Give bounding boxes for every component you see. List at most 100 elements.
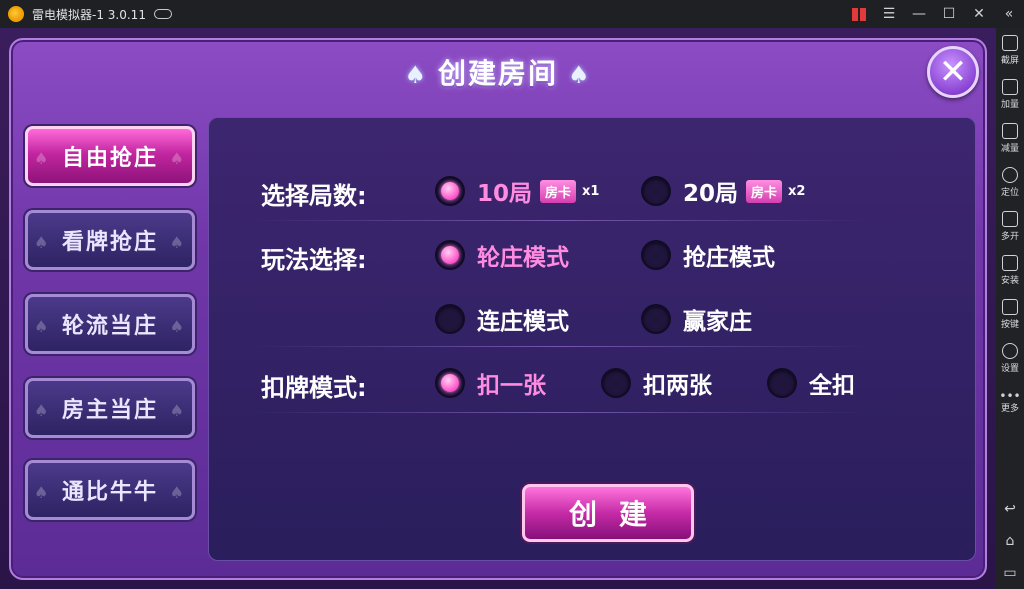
sidebar-item-more[interactable]: ••• 更多	[996, 380, 1024, 424]
recents-button[interactable]: ▭	[996, 557, 1024, 589]
gamepad-icon[interactable]	[153, 9, 172, 19]
dialog-title-text: 创建房间	[437, 57, 558, 90]
apk-install-icon	[1002, 254, 1018, 271]
close-dialog-button[interactable]: ✕	[927, 46, 979, 98]
sidebar-item-label: 更多	[1000, 403, 1019, 414]
spade-icon: ♠	[34, 401, 51, 420]
tab-host-banker[interactable]: ♠ 房主当庄 ♠	[25, 378, 195, 438]
spade-icon: ♠	[404, 61, 428, 89]
keyboard-icon	[1002, 298, 1018, 315]
multi-open-icon	[1002, 210, 1018, 227]
close-window-button[interactable]: ✕	[964, 0, 994, 28]
back-icon: ↩	[1004, 501, 1016, 517]
spade-icon: ♠	[169, 149, 186, 168]
option-label: 扣两张	[643, 373, 712, 399]
tab-label: 通比牛牛	[61, 480, 158, 505]
deduct-option-one[interactable]: 扣一张	[435, 366, 546, 400]
minimize-icon: —	[912, 6, 926, 22]
option-label: 扣一张	[477, 373, 546, 399]
tab-view-card-grab-banker[interactable]: ♠ 看牌抢庄 ♠	[25, 210, 195, 270]
option-label: 轮庄模式	[477, 245, 569, 271]
location-icon	[1002, 166, 1018, 183]
spade-icon: ♠	[568, 61, 592, 89]
sidebar-item-location[interactable]: 定位	[996, 160, 1024, 204]
sidebar-item-settings[interactable]: 设置	[996, 336, 1024, 380]
recents-icon: ▭	[1003, 565, 1017, 581]
tab-rotating-banker[interactable]: ♠ 轮流当庄 ♠	[25, 294, 195, 354]
mode-option-winner[interactable]: 赢家庄	[641, 302, 752, 336]
option-label: 20局	[683, 181, 739, 207]
window-titlebar: 雷电模拟器-1 3.0.11 ☰ — ☐ ✕ «	[0, 0, 1024, 28]
sidebar-item-label: 安装	[1000, 275, 1019, 286]
close-icon: ✕	[938, 52, 968, 92]
app-logo-icon	[8, 6, 24, 22]
home-button[interactable]: ⌂	[996, 525, 1024, 557]
maximize-button[interactable]: ☐	[934, 0, 964, 28]
sidebar-item-install[interactable]: 安装	[996, 248, 1024, 292]
options-panel: 选择局数: 10局 房卡 x1 20局 房卡 x2 玩法选择: 轮庄模式 抢庄模…	[208, 117, 976, 561]
mode-option-grab[interactable]: 抢庄模式	[641, 238, 775, 272]
window-controls: ☰ — ☐ ✕ «	[844, 0, 1024, 28]
spade-icon: ♠	[34, 149, 51, 168]
radio-unselected-icon	[435, 304, 465, 334]
tab-label: 自由抢庄	[61, 146, 158, 171]
menu-button[interactable]: ☰	[874, 0, 904, 28]
tab-label: 轮流当庄	[61, 314, 158, 339]
scissors-icon	[1002, 34, 1018, 51]
game-viewport: ♠ 创建房间 ♠ ✕ ♠ 自由抢庄 ♠ ♠ 看牌抢庄 ♠ ♠ 轮流当庄 ♠ ♠ 房主当庄 ♠ ♠ 通比…	[0, 28, 996, 589]
close-window-icon: ✕	[973, 6, 985, 22]
spade-icon: ♠	[169, 317, 186, 336]
spade-icon: ♠	[169, 483, 186, 502]
sidebar-item-label: 加量	[1000, 99, 1019, 110]
multiplier: x1	[582, 183, 600, 199]
radio-unselected-icon	[601, 368, 631, 398]
create-room-button[interactable]: 创建	[522, 484, 694, 542]
multiplier: x2	[788, 183, 806, 199]
radio-unselected-icon	[641, 240, 671, 270]
deduct-label: 扣牌模式:	[261, 374, 367, 402]
emulator-sidebar: 截屏 加量 减量 定位 多开 安装 按键 设置 ••• 更多 ↩ ⌂ ▭	[996, 28, 1024, 589]
gift-icon	[852, 7, 866, 21]
option-label: 10局	[477, 181, 533, 207]
sidebar-item-label: 减量	[1000, 143, 1019, 154]
volume-up-icon	[1002, 78, 1018, 95]
radio-selected-icon	[435, 176, 465, 206]
deduct-option-two[interactable]: 扣两张	[601, 366, 712, 400]
tab-free-grab-banker[interactable]: ♠ 自由抢庄 ♠	[25, 126, 195, 186]
sidebar-item-label: 定位	[1000, 187, 1019, 198]
option-label: 连庄模式	[477, 309, 569, 335]
mode-option-rotate[interactable]: 轮庄模式	[435, 238, 569, 272]
spade-icon: ♠	[34, 483, 51, 502]
sidebar-item-volume-up[interactable]: 加量	[996, 72, 1024, 116]
option-label: 全扣	[809, 373, 855, 399]
sidebar-item-screenshot[interactable]: 截屏	[996, 28, 1024, 72]
option-label: 赢家庄	[683, 309, 752, 335]
sidebar-item-keyboard[interactable]: 按键	[996, 292, 1024, 336]
sidebar-item-multi-open[interactable]: 多开	[996, 204, 1024, 248]
sidebar-item-volume-down[interactable]: 减量	[996, 116, 1024, 160]
create-room-dialog: ♠ 创建房间 ♠ ✕ ♠ 自由抢庄 ♠ ♠ 看牌抢庄 ♠ ♠ 轮流当庄 ♠ ♠ 房主当庄 ♠ ♠ 通比…	[9, 38, 987, 580]
volume-down-icon	[1002, 122, 1018, 139]
spade-icon: ♠	[34, 317, 51, 336]
maximize-icon: ☐	[942, 6, 956, 22]
rounds-option-20[interactable]: 20局 房卡 x2	[641, 174, 805, 208]
gift-button[interactable]	[844, 0, 874, 28]
tab-tongbi-niuniu[interactable]: ♠ 通比牛牛 ♠	[25, 460, 195, 520]
radio-unselected-icon	[641, 176, 671, 206]
spade-icon: ♠	[34, 233, 51, 252]
tab-label: 看牌抢庄	[61, 230, 158, 255]
minimize-button[interactable]: —	[904, 0, 934, 28]
deduct-option-all[interactable]: 全扣	[767, 366, 855, 400]
spade-icon: ♠	[169, 233, 186, 252]
mode-option-consecutive[interactable]: 连庄模式	[435, 302, 569, 336]
rounds-option-10[interactable]: 10局 房卡 x1	[435, 174, 599, 208]
dialog-title: ♠ 创建房间 ♠	[11, 52, 985, 92]
menu-icon: ☰	[882, 6, 896, 22]
option-label: 抢庄模式	[683, 245, 775, 271]
home-icon: ⌂	[1005, 533, 1015, 549]
collapse-sidebar-button[interactable]: «	[994, 0, 1024, 28]
sidebar-item-label: 按键	[1000, 319, 1019, 330]
row-divider	[249, 220, 869, 221]
room-card-badge: 房卡	[746, 179, 783, 203]
back-button[interactable]: ↩	[996, 493, 1024, 525]
